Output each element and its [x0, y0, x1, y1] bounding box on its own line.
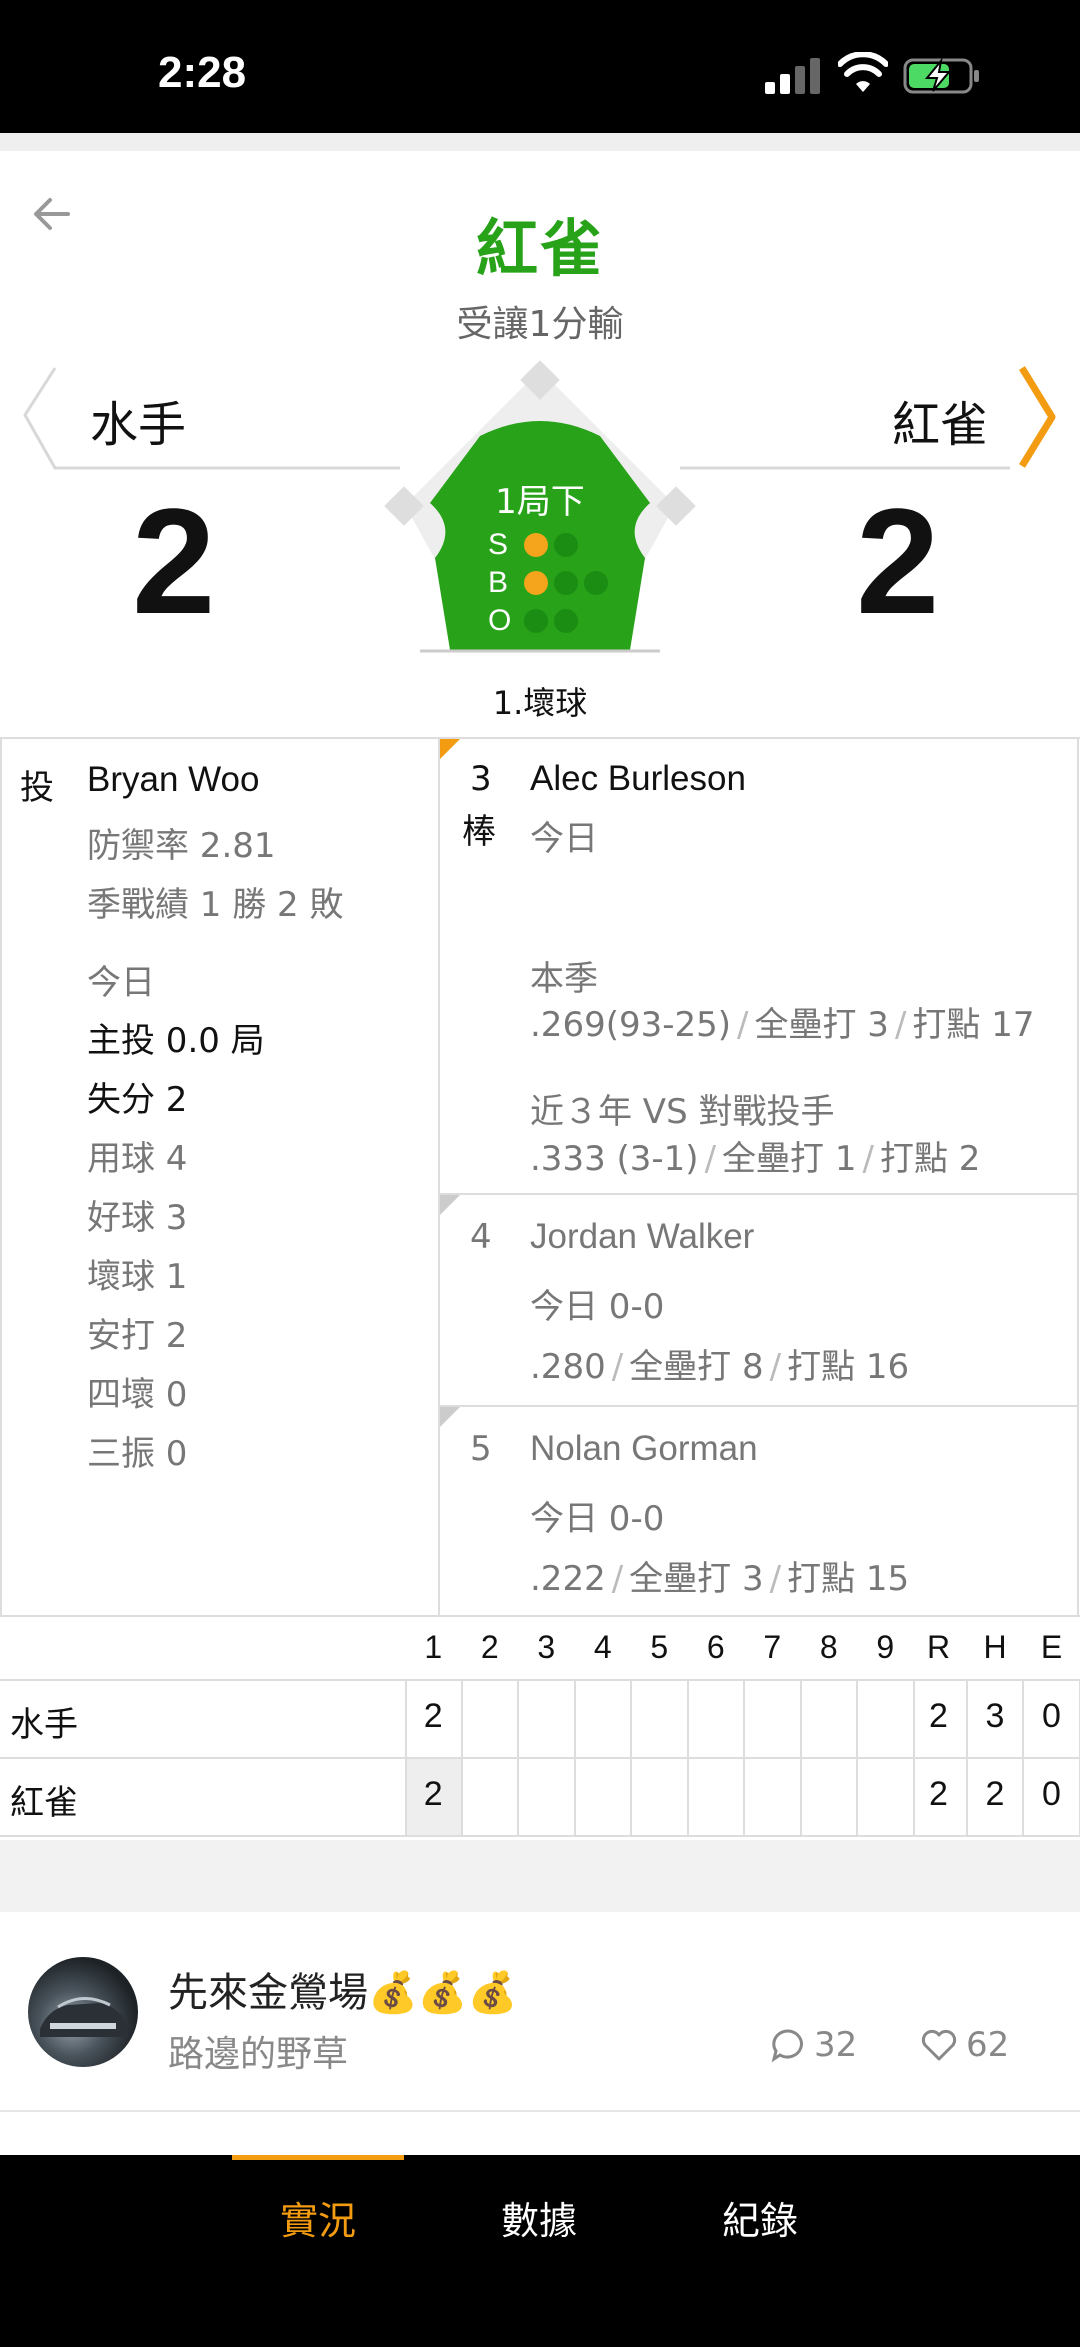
pitcher-name[interactable]: Bryan Woo: [87, 760, 260, 800]
linescore-header: 1: [424, 1629, 443, 1665]
home-score: 2: [856, 477, 940, 645]
batter-season-stats: .222/全壘打 3/打點 15: [530, 1559, 910, 1599]
away-score: 2: [132, 477, 216, 645]
linescore-header: H: [983, 1629, 1007, 1665]
ball-dot: [524, 571, 548, 595]
pitcher-label: 投: [20, 768, 54, 808]
wifi-icon: [838, 52, 888, 92]
out-dot: [554, 609, 578, 633]
page-title: 紅雀: [475, 212, 604, 285]
pitcher-stat: 壞球 1: [87, 1257, 188, 1297]
linescore-cell: 2: [929, 1697, 948, 1735]
batter-today: 今日 0-0: [530, 1499, 665, 1539]
tab-stats[interactable]: 數據: [459, 2190, 619, 2245]
linescore-header: 9: [876, 1629, 895, 1665]
out-count: O: [488, 604, 578, 638]
tab-live[interactable]: 實況: [238, 2190, 398, 2245]
status-time: 2:28: [158, 48, 247, 97]
batter-today: 今日 0-0: [530, 1287, 665, 1327]
home-team-name[interactable]: 紅雀: [892, 385, 988, 455]
like-button[interactable]: 62: [920, 2025, 1009, 2065]
cellular-signal-icon: [765, 58, 820, 94]
comment-icon: [771, 2029, 803, 2063]
strike-dot: [554, 533, 578, 557]
on-deck-batter[interactable]: 4 Jordan Walker 今日 0-0 .280/全壘打 8/打點 16: [440, 1193, 1078, 1405]
header-gap: [0, 133, 1080, 151]
linescore-header: R: [926, 1629, 951, 1665]
pitcher-today-label: 今日: [87, 963, 155, 1003]
linescore-cell: 0: [1042, 1775, 1061, 1813]
post-title[interactable]: 先來金鶯場💰💰💰: [168, 1960, 517, 2018]
linescore-header: 3: [537, 1629, 556, 1665]
comment-button[interactable]: 32: [770, 2025, 857, 2065]
avatar[interactable]: [28, 1957, 138, 2067]
post-author[interactable]: 路邊的野草: [168, 2025, 348, 2077]
linescore-team: 紅雀: [10, 1783, 78, 1823]
chevron-right-icon[interactable]: [1012, 362, 1062, 472]
linescore-cell: 2: [423, 1775, 443, 1813]
linescore-header: 5: [650, 1629, 669, 1665]
linescore-header: 6: [706, 1629, 725, 1665]
tab-records[interactable]: 紀錄: [680, 2190, 840, 2245]
battery-charging-icon: [903, 58, 979, 94]
active-indicator: [440, 739, 460, 759]
batter-today-label: 今日: [530, 819, 598, 859]
batter-name: Jordan Walker: [530, 1217, 755, 1256]
batter-vs-label: 近３年 VS 對戰投手: [530, 1092, 835, 1132]
comment-count: 32: [814, 2025, 858, 2065]
linescore-header: 7: [763, 1629, 782, 1665]
ball-dot: [554, 571, 578, 595]
linescore-cell: 3: [985, 1697, 1005, 1735]
batting-order: 4: [470, 1217, 492, 1257]
batter-name: Nolan Gorman: [530, 1429, 758, 1468]
game-result: 受讓1分輸: [456, 304, 624, 345]
car-photo-icon: [40, 1997, 128, 2037]
batter-season-stats: .269(93-25) / 全壘打 3/打點 17: [530, 1005, 1035, 1045]
batter-season-stats: .280/全壘打 8/打點 16: [530, 1347, 910, 1387]
linescore-cell: 2: [423, 1697, 443, 1735]
pitcher-record: 季戰績 1 勝 2 敗: [87, 885, 344, 925]
pitcher-stat: 失分 2: [87, 1080, 188, 1120]
ball-count: B: [488, 566, 608, 600]
bottom-nav: [0, 2155, 1080, 2347]
linescore-cell: 2: [929, 1775, 948, 1813]
batting-order: 3: [470, 759, 492, 799]
pitcher-stat: 安打 2: [87, 1316, 188, 1356]
strike-dot: [524, 533, 548, 557]
pitcher-stat: 主投 0.0 局: [87, 1021, 265, 1061]
pitcher-era: 防禦率 2.81: [87, 826, 276, 866]
pitcher-stat: 四壞 0: [87, 1375, 188, 1415]
inning-indicator: 1局下: [495, 482, 585, 522]
heart-icon: [921, 2029, 957, 2061]
linescore-cell: 2: [985, 1775, 1005, 1813]
linescore-cell: 0: [1042, 1697, 1061, 1735]
like-count: 62: [966, 2025, 1010, 2065]
linescore-header: 8: [819, 1629, 838, 1665]
batting-order-suffix: 棒: [462, 812, 496, 852]
ball-dot: [584, 571, 608, 595]
pitcher-stat: 用球 4: [87, 1139, 188, 1179]
batter-vs-stats: .333 (3-1) / 全壘打 1/打點 2: [530, 1139, 981, 1179]
last-play: 1.壞球: [492, 684, 588, 722]
linescore-team: 水手: [10, 1705, 78, 1745]
nav-active-indicator: [232, 2155, 404, 2160]
away-team-name[interactable]: 水手: [90, 385, 186, 455]
batter-name: Alec Burleson: [530, 759, 746, 798]
status-bar: 2:28: [0, 0, 1080, 133]
section-separator: [0, 1840, 1080, 1912]
linescore-header: 2: [480, 1629, 499, 1665]
current-batter[interactable]: 3 棒 Alec Burleson 今日 本季 .269(93-25) / 全壘打 …: [440, 739, 1078, 1193]
out-dot: [524, 609, 548, 633]
in-hole-batter[interactable]: 5 Nolan Gorman 今日 0-0 .222/全壘打 3/打點 15: [440, 1405, 1078, 1617]
batting-order: 5: [470, 1429, 492, 1469]
batter-season-label: 本季: [530, 959, 598, 999]
pitcher-stat: 三振 0: [87, 1434, 188, 1474]
linescore-header: 4: [593, 1629, 612, 1665]
pitcher-stat: 好球 3: [87, 1198, 188, 1238]
linescore-header: E: [1040, 1629, 1063, 1665]
strike-count: S: [488, 528, 578, 562]
